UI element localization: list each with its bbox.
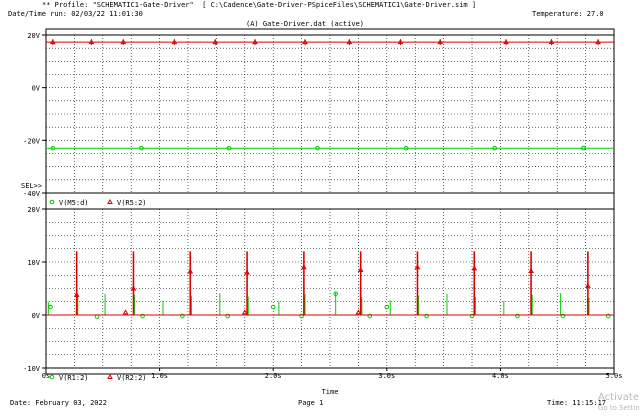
x-tick-label: 3.0s bbox=[378, 372, 395, 380]
date-time-run: Date/Time run: 02/03/22 11:01:30 bbox=[8, 10, 143, 18]
sel-marker[interactable]: SEL>> bbox=[21, 182, 42, 191]
probe-plot-canvas[interactable]: 20V 0V -20V -40V V(M5:d) V(R5:2) 20V 10V 0V -10V V… bbox=[0, 0, 640, 418]
series-marker-V(R2:2) bbox=[122, 309, 129, 315]
y-tick-label: 10V bbox=[27, 259, 40, 267]
legend-label: V(R1:2) bbox=[59, 374, 89, 382]
legend-marker-V(M5:d) bbox=[49, 199, 55, 205]
series-marker-V(R2:2) bbox=[355, 309, 362, 315]
legend-marker-V(R1:2) bbox=[49, 374, 55, 380]
y-tick-label: -20V bbox=[23, 137, 41, 145]
legend-label: V(M5:d) bbox=[59, 199, 89, 207]
plot-title: (A) Gate-Driver.dat (active) bbox=[246, 20, 365, 28]
y-tick-label: -40V bbox=[23, 190, 41, 198]
legend-label: V(R5:2) bbox=[117, 199, 147, 207]
x-tick-label: 0s bbox=[42, 372, 50, 380]
legend-marker-V(R2:2) bbox=[107, 373, 113, 379]
profile-line: ** Profile: "SCHEMATIC1-Gate-Driver" [ C… bbox=[42, 1, 477, 9]
legend-label: V(R2:2) bbox=[117, 374, 147, 382]
y-tick-label: 0V bbox=[32, 85, 41, 93]
temperature: Temperature: 27.0 bbox=[532, 10, 604, 18]
activate-windows-watermark-sub: Go to Setting bbox=[598, 404, 640, 412]
x-tick-label: 5.0s bbox=[606, 372, 623, 380]
y-tick-label: 0V bbox=[32, 312, 41, 320]
x-tick-label: 4.0s bbox=[492, 372, 509, 380]
footer-date: Date: February 03, 2022 bbox=[10, 399, 107, 407]
x-tick-label: 2.0s bbox=[265, 372, 282, 380]
footer-page: Page 1 bbox=[298, 399, 324, 407]
y-tick-label: 20V bbox=[27, 32, 40, 40]
y-tick-label: -10V bbox=[23, 365, 41, 373]
series-marker-V(R2:2) bbox=[241, 309, 248, 315]
x-tick-label: 1.0s bbox=[151, 372, 168, 380]
legend-marker-V(R5:2) bbox=[107, 198, 113, 204]
activate-windows-watermark: Activate W bbox=[598, 392, 640, 403]
series-marker-V(R1:2) bbox=[48, 304, 53, 310]
y-tick-label: 20V bbox=[27, 206, 40, 214]
x-axis-label: Time bbox=[322, 388, 339, 396]
